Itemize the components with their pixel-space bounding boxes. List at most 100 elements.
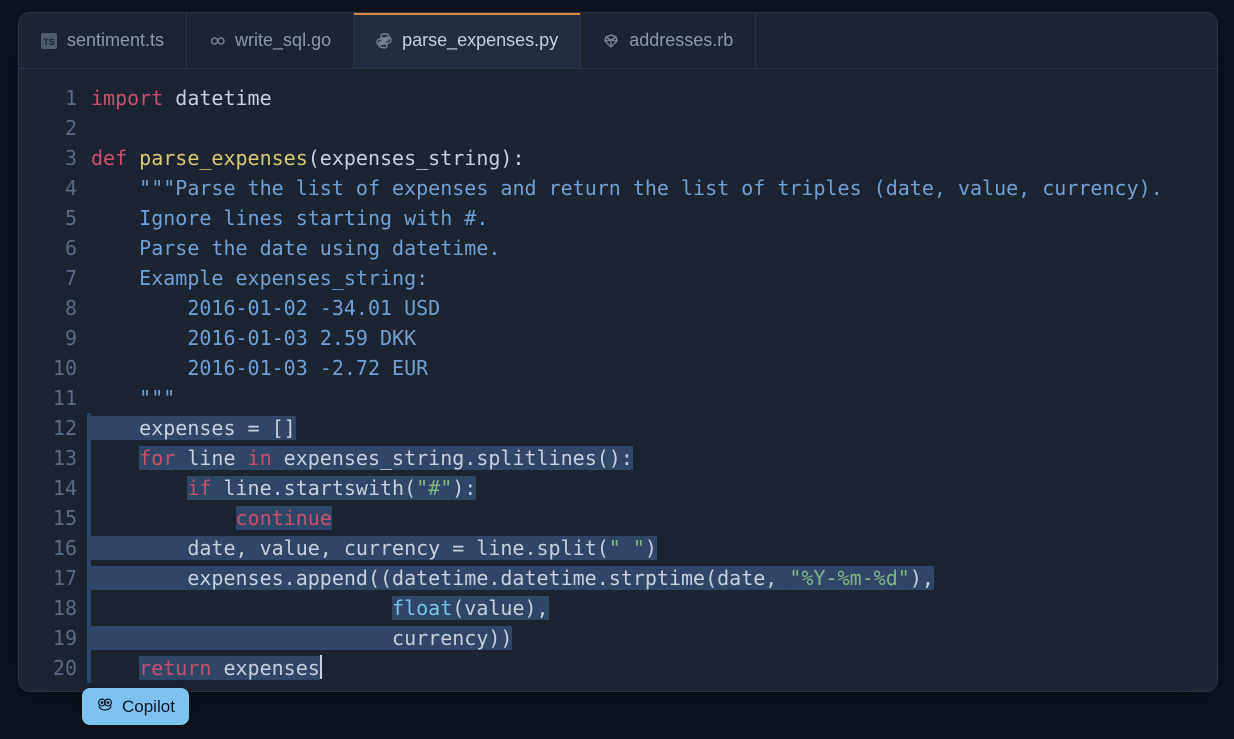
python-file-icon (376, 33, 392, 49)
tab-label: parse_expenses.py (402, 30, 558, 51)
tab-sentiment-ts[interactable]: TS sentiment.ts (19, 13, 187, 68)
line-number: 17 (19, 563, 77, 593)
code-line[interactable]: expenses.append((datetime.datetime.strpt… (91, 563, 1217, 593)
line-number: 15 (19, 503, 77, 533)
code-line[interactable]: """Parse the list of expenses and return… (91, 173, 1217, 203)
line-number: 11 (19, 383, 77, 413)
code-token (91, 476, 187, 500)
code-line[interactable]: continue (91, 503, 1217, 533)
code-line[interactable]: if line.startswith("#"): (91, 473, 1217, 503)
line-number: 9 (19, 323, 77, 353)
code-token: import (91, 86, 163, 110)
copilot-badge[interactable]: Copilot (82, 688, 189, 725)
line-number: 16 (19, 533, 77, 563)
code-line[interactable]: float(value), (91, 593, 1217, 623)
ruby-file-icon (603, 33, 619, 49)
code-token: if (187, 476, 211, 500)
editor-window: TS sentiment.ts write_sql.go parse_expenses… (18, 12, 1218, 692)
code-token (91, 326, 139, 350)
line-number: 6 (19, 233, 77, 263)
code-token: in (248, 446, 272, 470)
svg-text:TS: TS (43, 37, 55, 47)
code-token: datetime (163, 86, 271, 110)
code-token: expenses = [] (91, 416, 296, 440)
code-token: ), (910, 566, 934, 590)
code-line[interactable]: return expenses (91, 653, 1217, 683)
code-line[interactable]: import datetime (91, 83, 1217, 113)
code-token (91, 656, 139, 680)
line-number-gutter: 1234567891011121314151617181920 (19, 83, 91, 683)
line-number: 14 (19, 473, 77, 503)
line-number: 20 (19, 653, 77, 683)
code-token: def (91, 146, 139, 170)
code-line[interactable]: def parse_expenses(expenses_string): (91, 143, 1217, 173)
code-token: """ (139, 386, 175, 410)
line-number: 5 (19, 203, 77, 233)
tab-parse-expenses-py[interactable]: parse_expenses.py (354, 13, 581, 68)
code-token (91, 236, 139, 260)
code-token: for (139, 446, 175, 470)
code-token: Parse the date using datetime. (139, 236, 500, 260)
line-number: 7 (19, 263, 77, 293)
code-line[interactable] (91, 113, 1217, 143)
code-token: expenses (211, 656, 319, 680)
code-token: (expenses_string): (308, 146, 525, 170)
code-line[interactable]: currency)) (91, 623, 1217, 653)
code-token: parse_expenses (139, 146, 308, 170)
code-token (91, 176, 139, 200)
tab-label: sentiment.ts (67, 30, 164, 51)
text-cursor (320, 655, 322, 679)
code-token: return (139, 656, 211, 680)
line-number: 18 (19, 593, 77, 623)
code-token (91, 596, 392, 620)
code-token: 2016-01-03 -2.72 EUR (139, 356, 428, 380)
line-number: 8 (19, 293, 77, 323)
tab-addresses-rb[interactable]: addresses.rb (581, 13, 756, 68)
code-token (91, 386, 139, 410)
code-token: float (392, 596, 452, 620)
code-token: 2016-01-03 2.59 DKK (139, 326, 416, 350)
tab-label: addresses.rb (629, 30, 733, 51)
code-token: 2016-01-02 -34.01 USD (139, 296, 440, 320)
code-line[interactable]: Example expenses_string: (91, 263, 1217, 293)
code-token (91, 506, 236, 530)
code-token: expenses_string.splitlines(): (272, 446, 633, 470)
code-token: line.startswith( (211, 476, 416, 500)
code-line[interactable]: 2016-01-02 -34.01 USD (91, 293, 1217, 323)
copilot-icon (96, 695, 114, 718)
tab-write-sql-go[interactable]: write_sql.go (187, 13, 354, 68)
code-token (91, 356, 139, 380)
line-number: 4 (19, 173, 77, 203)
code-token: """Parse the list of expenses and return… (139, 176, 1163, 200)
code-line[interactable]: expenses = [] (91, 413, 1217, 443)
code-token: Ignore lines starting with #. (139, 206, 488, 230)
code-line[interactable]: date, value, currency = line.split(" ") (91, 533, 1217, 563)
line-number: 13 (19, 443, 77, 473)
code-token (91, 266, 139, 290)
code-line[interactable]: Parse the date using datetime. (91, 233, 1217, 263)
line-number: 3 (19, 143, 77, 173)
tab-label: write_sql.go (235, 30, 331, 51)
code-token: " " (609, 536, 645, 560)
line-number: 12 (19, 413, 77, 443)
ts-file-icon: TS (41, 33, 57, 49)
line-number: 10 (19, 353, 77, 383)
code-line[interactable]: Ignore lines starting with #. (91, 203, 1217, 233)
code-token: "#" (416, 476, 452, 500)
line-number: 1 (19, 83, 77, 113)
go-file-icon (209, 33, 225, 49)
line-number: 19 (19, 623, 77, 653)
code-token: date, value, currency = line.split( (91, 536, 609, 560)
code-token: continue (236, 506, 332, 530)
code-token: "%Y-%m-%d" (789, 566, 909, 590)
code-token: ): (452, 476, 476, 500)
code-line[interactable]: """ (91, 383, 1217, 413)
code-content[interactable]: import datetime def parse_expenses(expens… (91, 83, 1217, 683)
code-token: Example expenses_string: (139, 266, 428, 290)
code-line[interactable]: 2016-01-03 2.59 DKK (91, 323, 1217, 353)
code-line[interactable]: for line in expenses_string.splitlines()… (91, 443, 1217, 473)
code-token: line (175, 446, 247, 470)
code-line[interactable]: 2016-01-03 -2.72 EUR (91, 353, 1217, 383)
line-number: 2 (19, 113, 77, 143)
code-area[interactable]: 1234567891011121314151617181920 import d… (19, 69, 1217, 683)
